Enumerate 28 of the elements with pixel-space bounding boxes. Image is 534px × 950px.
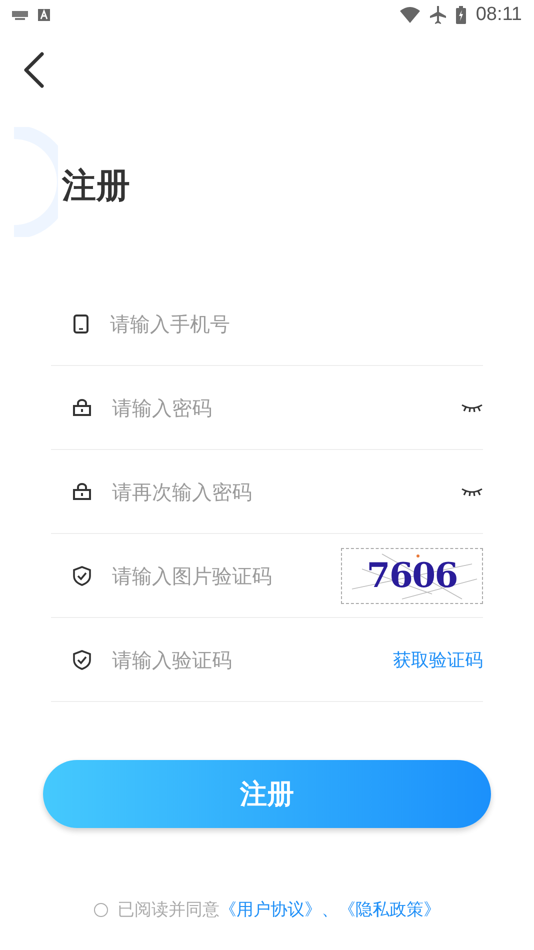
separator-text: 、 [322,899,338,921]
lock-icon [73,399,91,416]
eye-closed-icon[interactable] [461,487,483,496]
register-button[interactable]: 注册 [43,760,491,828]
input-field[interactable]: 请输入验证码 [110,646,393,672]
battery-icon [456,6,466,24]
back-icon[interactable] [22,51,46,89]
text-input-icon [38,9,50,21]
agreement-checkbox[interactable] [94,902,108,916]
shield-check-icon [73,650,91,670]
status-time: 08:11 [476,4,522,26]
privacy-policy-link[interactable]: 《隐私政策》 [338,898,440,921]
get-code-link[interactable]: 获取验证码 [393,648,483,672]
lock-icon [73,483,91,500]
user-agreement-link[interactable]: 《用户协议》 [220,898,322,921]
captcha-image[interactable]: 7606 [341,548,483,604]
phone-icon [73,314,89,334]
shield-check-icon [73,566,91,586]
page-title: 注册 [62,165,130,208]
input-field[interactable]: 请输入密码 [110,394,461,420]
keyboard-icon [12,10,28,20]
agreement-text: 已阅读并同意 [118,899,220,921]
input-field[interactable]: 请再次输入密码 [110,478,461,504]
airplane-icon [430,6,446,24]
eye-closed-icon[interactable] [461,403,483,412]
input-field[interactable]: 请输入手机号 [108,310,483,336]
input-field[interactable]: 请输入图片验证码 [110,562,341,588]
wifi-icon [400,7,420,23]
